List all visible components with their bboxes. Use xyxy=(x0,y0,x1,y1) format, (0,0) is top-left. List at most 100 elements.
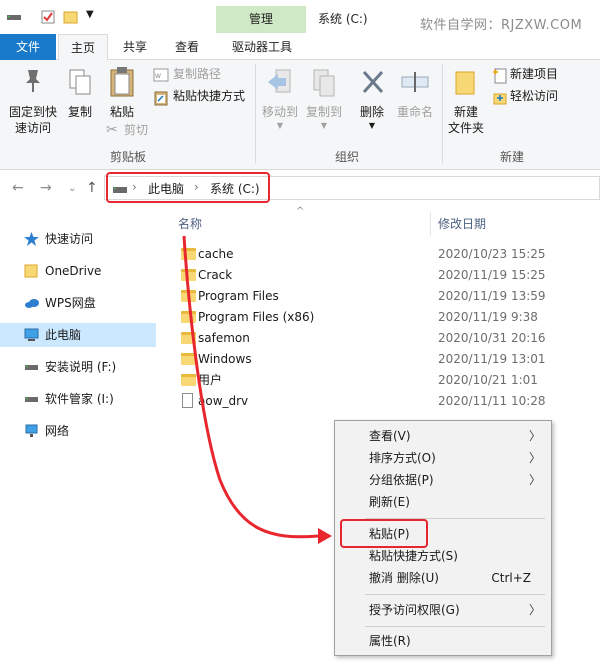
back-arrow-icon[interactable]: ← xyxy=(12,180,24,196)
up-arrow-icon[interactable]: ↑ xyxy=(86,180,98,196)
file-name: Windows xyxy=(198,352,252,366)
menu-item-sort-by[interactable]: 排序方式(O) 〉 xyxy=(335,447,551,469)
menu-item-refresh[interactable]: 刷新(E) xyxy=(335,491,551,513)
menu-item-label: 撤消 删除(U) xyxy=(369,571,439,585)
nav-item-drive-f[interactable]: 安装说明 (F:) xyxy=(0,355,156,379)
rename-button[interactable]: 重命名 xyxy=(392,64,438,124)
nav-item-label: OneDrive xyxy=(45,264,102,278)
delete-x-icon xyxy=(362,70,384,94)
copy-path-button[interactable]: W 复制路径 xyxy=(153,66,253,86)
menu-item-view[interactable]: 查看(V) 〉 xyxy=(335,425,551,447)
cut-label: 剪切 xyxy=(124,123,149,137)
nav-item-onedrive[interactable]: OneDrive xyxy=(0,259,156,283)
menu-separator xyxy=(365,594,545,595)
tab-manage[interactable]: 管理 xyxy=(216,6,306,33)
menu-item-grant-access[interactable]: 授予访问权限(G) 〉 xyxy=(335,599,551,621)
menu-item-label: 排序方式(O) xyxy=(369,451,436,465)
file-date: 2020/11/19 13:01 xyxy=(438,352,546,366)
new-folder-icon[interactable] xyxy=(63,9,79,25)
table-row[interactable]: cache 2020/10/23 15:25 xyxy=(176,244,600,265)
cut-button[interactable]: ✂ 剪切 xyxy=(106,122,166,142)
table-row[interactable]: Program Files 2020/11/19 13:59 xyxy=(176,286,600,307)
nav-item-quick-access[interactable]: 快速访问 xyxy=(0,227,156,251)
nav-item-network[interactable]: 网络 xyxy=(0,419,156,443)
column-separator[interactable] xyxy=(430,212,431,236)
table-row[interactable]: Crack 2020/11/19 15:25 xyxy=(176,265,600,286)
chevron-right-icon: 〉 xyxy=(528,473,541,487)
delete-dropdown-icon: ▼ xyxy=(368,121,376,130)
menu-item-properties[interactable]: 属性(R) xyxy=(335,630,551,652)
new-item-label: 新建项目 xyxy=(510,67,559,81)
folder-icon xyxy=(455,71,475,95)
recent-locations-chevron-icon[interactable]: ⌄ xyxy=(68,183,76,194)
menu-item-label: 授予访问权限(G) xyxy=(369,603,460,617)
table-row[interactable]: Program Files (x86) 2020/11/19 9:38 xyxy=(176,307,600,328)
network-icon xyxy=(25,424,38,437)
qat-dropdown-icon[interactable]: ▼ xyxy=(86,9,94,20)
forward-arrow-icon[interactable]: → xyxy=(40,180,52,196)
table-row[interactable]: safemon 2020/10/31 20:16 xyxy=(176,328,600,349)
easy-access-button[interactable]: 轻松访问 xyxy=(492,88,592,108)
star-icon xyxy=(24,232,39,246)
menu-item-paste-shortcut[interactable]: 粘贴快捷方式(S) xyxy=(335,545,551,567)
folder-icon xyxy=(181,311,196,323)
menu-item-label: 分组依据(P) xyxy=(369,473,434,487)
menu-separator xyxy=(365,626,545,627)
column-header-name[interactable]: 名称 xyxy=(178,212,202,236)
nav-item-this-pc[interactable]: 此电脑 xyxy=(0,323,156,347)
folder-icon xyxy=(181,290,196,302)
easy-access-icon xyxy=(493,93,507,105)
menu-item-group-by[interactable]: 分组依据(P) 〉 xyxy=(335,469,551,491)
file-date: 2020/10/31 20:16 xyxy=(438,331,546,345)
cloud-icon xyxy=(25,299,39,308)
new-item-icon xyxy=(493,68,507,84)
paste-button[interactable]: 粘贴 xyxy=(102,64,142,124)
properties-icon[interactable] xyxy=(40,9,56,25)
window-title: 系统 (C:) xyxy=(318,12,368,26)
file-name: cache xyxy=(198,247,234,261)
copy-button[interactable]: 复制 xyxy=(62,64,98,124)
copy-path-label: 复制路径 xyxy=(173,67,222,81)
menu-item-label: 刷新(E) xyxy=(369,495,410,509)
drive-icon xyxy=(7,15,21,20)
tab-home[interactable]: 主页 xyxy=(58,34,108,61)
sort-ascending-icon: ^ xyxy=(296,206,305,217)
folder-icon xyxy=(181,332,196,344)
group-separator xyxy=(442,64,443,164)
nav-item-label: WPS网盘 xyxy=(45,296,96,310)
table-row[interactable]: Windows 2020/11/19 13:01 xyxy=(176,349,600,370)
file-date: 2020/10/21 1:01 xyxy=(438,373,538,387)
file-name: 用户 xyxy=(198,373,223,387)
copy-label: 复制 xyxy=(67,105,92,119)
tab-view[interactable]: 查看 xyxy=(164,34,210,60)
group-separator xyxy=(255,64,256,164)
folder-icon xyxy=(181,248,196,260)
rename-label: 重命名 xyxy=(396,105,433,119)
file-name: safemon xyxy=(198,331,250,345)
nav-item-drive-i[interactable]: 软件管家 (I:) xyxy=(0,387,156,411)
nav-item-label: 快速访问 xyxy=(45,232,94,246)
column-header-date[interactable]: 修改日期 xyxy=(438,212,486,236)
tab-share[interactable]: 共享 xyxy=(112,34,158,60)
paste-label: 粘贴 xyxy=(109,105,134,119)
new-folder-button[interactable]: 新建 文件夹 xyxy=(444,64,488,136)
nav-item-label: 安装说明 (F:) xyxy=(45,360,117,374)
pin-quick-access-button[interactable]: 固定到快 速访问 xyxy=(8,64,58,140)
paste-shortcut-button[interactable]: 粘贴快捷方式 xyxy=(153,88,253,108)
new-item-button[interactable]: 新建项目 xyxy=(492,66,592,86)
chevron-right-icon: 〉 xyxy=(528,451,541,465)
table-row[interactable]: 用户 2020/10/21 1:01 xyxy=(176,370,600,391)
table-row[interactable]: aow_drv 2020/11/11 10:28 xyxy=(176,391,600,412)
delete-button[interactable]: 删除 ▼ xyxy=(352,64,392,130)
copy-to-button[interactable]: 复制到 ▼ xyxy=(302,64,346,130)
pin-label-2: 速访问 xyxy=(14,121,51,135)
nav-item-wps-drive[interactable]: WPS网盘 xyxy=(0,291,156,315)
file-name: Program Files (x86) xyxy=(198,310,315,324)
move-to-button[interactable]: 移动到 ▼ xyxy=(258,64,302,130)
tab-drive-tools[interactable]: 驱动器工具 xyxy=(220,34,304,60)
new-folder-label-2: 文件夹 xyxy=(447,121,484,135)
nav-item-label: 网络 xyxy=(45,424,70,438)
organize-group-label: 组织 xyxy=(334,150,359,164)
menu-item-undo-delete[interactable]: 撤消 删除(U) Ctrl+Z xyxy=(335,567,551,589)
tab-file[interactable]: 文件 xyxy=(0,34,56,60)
